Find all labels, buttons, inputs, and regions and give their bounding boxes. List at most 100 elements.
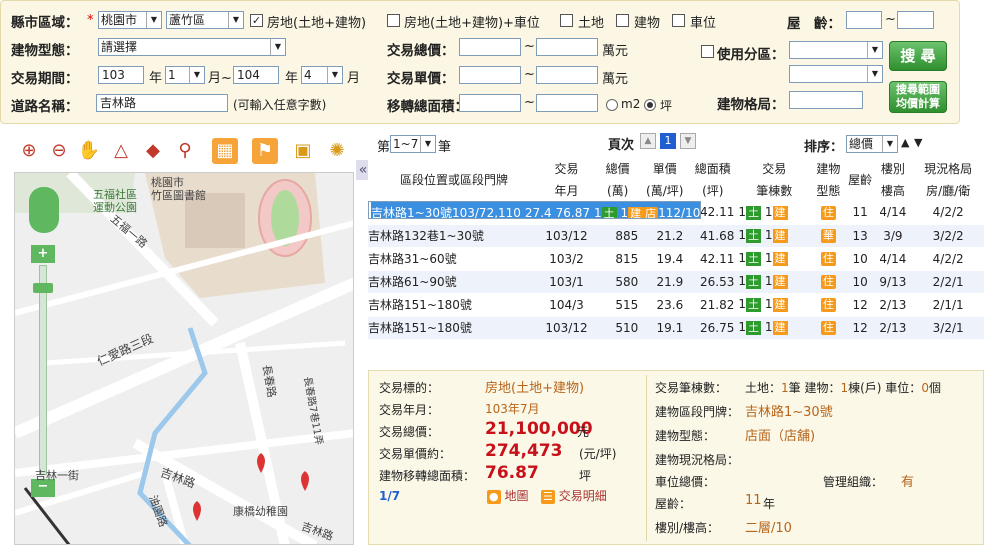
checkbox-land-building[interactable]: ✓ <box>250 14 263 27</box>
cell-type: 住 <box>810 247 847 271</box>
table-row[interactable]: 吉林路1~30號 103/7 2,110 27.4 76.87 1 土 1 建店 11 2/10 <box>368 201 702 219</box>
col-location[interactable]: 區段位置或區段門牌 <box>368 157 540 201</box>
sort-desc-icon[interactable]: ▼ <box>914 136 922 149</box>
col-type[interactable]: 建物 <box>810 157 847 179</box>
district-select-value: 蘆竹區 <box>169 13 206 27</box>
zoom-in-icon[interactable]: ⊕ <box>16 138 42 164</box>
zoom-slider-handle[interactable] <box>33 283 53 293</box>
col-total[interactable]: 總價 <box>593 157 643 179</box>
detail-total-unit: 元 <box>577 425 590 439</box>
checkbox-building[interactable] <box>616 14 629 27</box>
locate-icon[interactable]: ⚲ <box>172 138 198 164</box>
page-prev-button[interactable]: ▲ <box>640 133 656 149</box>
sort-asc-icon[interactable]: ▲ <box>901 136 909 149</box>
area-from-input[interactable] <box>459 94 521 112</box>
count-building-n: 1 <box>764 274 773 288</box>
checkbox-parking[interactable] <box>672 14 685 27</box>
use-zone-label: 使用分區： <box>717 47 785 63</box>
page-range-select[interactable]: 1~7 ▼ <box>390 135 436 153</box>
radio-ping[interactable] <box>644 99 656 111</box>
search-button[interactable]: 搜 尋 <box>889 41 947 71</box>
year-to-input[interactable]: 104 <box>233 66 279 84</box>
age-from-input[interactable] <box>846 11 882 29</box>
building-tag: 建 <box>772 252 788 266</box>
clear-icon[interactable]: ✺ <box>324 138 350 164</box>
page-suffix: 筆 <box>438 140 452 155</box>
detail-age-value: 11 <box>745 493 762 508</box>
land-tag: 土 <box>746 205 762 220</box>
count-building-label: 筆 建物： <box>788 381 841 395</box>
cell-floor: 4/14 <box>873 201 913 225</box>
measure-area-icon[interactable]: ◆ <box>140 138 166 164</box>
county-select[interactable]: 桃園市 ▼ <box>98 11 162 29</box>
month-from-select[interactable]: 1 ▼ <box>165 66 205 84</box>
layer-icon[interactable]: ⚑ <box>252 138 278 164</box>
building-tag: 建 <box>772 205 788 220</box>
col-layout[interactable]: 現況格局 <box>912 157 984 179</box>
table-row[interactable]: 吉林路61~90號 103/1 580 21.9 26.53 1 土 1 建住 10 9/13 2/… <box>368 270 984 294</box>
map-canvas[interactable]: + − 五福社區 運動公園 桃園市 竹區圖書館 五福一路 仁愛路三段 長春路 長… <box>14 172 354 545</box>
checkbox-land-building-parking[interactable] <box>387 14 400 27</box>
district-select[interactable]: 蘆竹區 ▼ <box>166 11 244 29</box>
table-row[interactable]: 吉林路132巷1~30號 103/12 885 21.2 41.68 1 土 1 建華 13 3/… <box>368 224 984 248</box>
month-to-select[interactable]: 4 ▼ <box>301 66 343 84</box>
zoom-slider-track[interactable] <box>39 265 47 475</box>
table-row[interactable]: 吉林路151~180號 103/12 510 19.1 26.75 1 土 1 建住 12 2/1… <box>368 316 984 340</box>
page-label: 頁次 <box>608 138 635 153</box>
type-badge: 店 <box>643 207 659 218</box>
col-floor[interactable]: 樓別 <box>873 157 913 179</box>
year-from-input[interactable]: 103 <box>98 66 144 84</box>
col-age[interactable]: 屋齡 <box>846 157 874 201</box>
road-input[interactable]: 吉林路 <box>96 94 228 112</box>
layout-input[interactable] <box>789 91 863 109</box>
col-count[interactable]: 交易 <box>738 157 811 179</box>
count-parking-label: 棟(戶) 車位： <box>848 381 922 395</box>
radio-m2[interactable] <box>606 99 618 111</box>
total-price-from-input[interactable] <box>459 38 521 56</box>
select-box-icon[interactable]: ▣ <box>290 138 316 164</box>
col-type-2: 型態 <box>810 179 847 201</box>
age-to-input[interactable] <box>897 11 934 29</box>
table-row[interactable]: 吉林路151~180號 104/3 515 23.6 21.82 1 土 1 建住 12 2/13… <box>368 293 984 317</box>
cell-total: 2,110 <box>486 202 525 218</box>
use-zone-select-2[interactable]: ▼ <box>789 65 883 83</box>
page-current[interactable]: 1 <box>660 133 676 149</box>
detail-transaction-link[interactable]: ☰ 交易明細 <box>541 487 607 504</box>
col-date[interactable]: 交易 <box>539 157 594 179</box>
col-layout-2: 房/廳/衛 <box>912 179 984 201</box>
detail-target-label: 交易標的： <box>379 381 440 395</box>
year-unit-to: 年 <box>285 71 299 86</box>
chevron-down-icon: ▼ <box>327 67 342 83</box>
unit-m2-label: m2 <box>621 97 641 111</box>
measure-distance-icon[interactable]: △ <box>108 138 134 164</box>
unit-price-to-input[interactable] <box>536 66 598 84</box>
col-area[interactable]: 總面積 <box>687 157 739 179</box>
detail-addr-label: 建物區段門牌： <box>655 405 740 419</box>
count-building-n: 1 <box>840 381 849 395</box>
total-price-to-input[interactable] <box>536 38 598 56</box>
chevron-down-icon: ▼ <box>228 12 243 28</box>
sort-select[interactable]: 總價 ▼ <box>846 135 898 153</box>
grid-icon[interactable]: ▦ <box>212 138 238 164</box>
detail-map-link[interactable]: ● 地圖 <box>487 487 528 504</box>
range-average-button[interactable]: 搜尋範圍 均價計算 <box>889 81 947 113</box>
detail-parking-label: 車位總價： <box>655 475 716 489</box>
cell-age: 13 <box>846 224 874 248</box>
detail-total-label: 交易總價： <box>379 425 440 439</box>
pan-control[interactable] <box>29 187 59 233</box>
unit-price-from-input[interactable] <box>459 66 521 84</box>
use-zone-select-1[interactable]: ▼ <box>789 41 883 59</box>
pan-hand-icon[interactable]: ✋ <box>76 138 102 164</box>
building-type-select[interactable]: 請選擇 ▼ <box>98 38 286 56</box>
count-parking-n: 0 <box>921 381 929 395</box>
page-next-button[interactable]: ▼ <box>680 133 696 149</box>
table-row[interactable]: 吉林路31~60號 103/2 815 19.4 42.11 1 土 1 建住 10 4/14 4/… <box>368 247 984 271</box>
area-to-input[interactable] <box>536 94 598 112</box>
cell-type: 住 <box>810 201 847 225</box>
count-building-n: 1 <box>764 320 773 334</box>
zoom-plus-button[interactable]: + <box>31 245 55 263</box>
zoom-out-icon[interactable]: ⊖ <box>46 138 72 164</box>
checkbox-land[interactable] <box>560 14 573 27</box>
checkbox-use-zone[interactable] <box>701 45 714 58</box>
col-unit[interactable]: 單價 <box>642 157 688 179</box>
